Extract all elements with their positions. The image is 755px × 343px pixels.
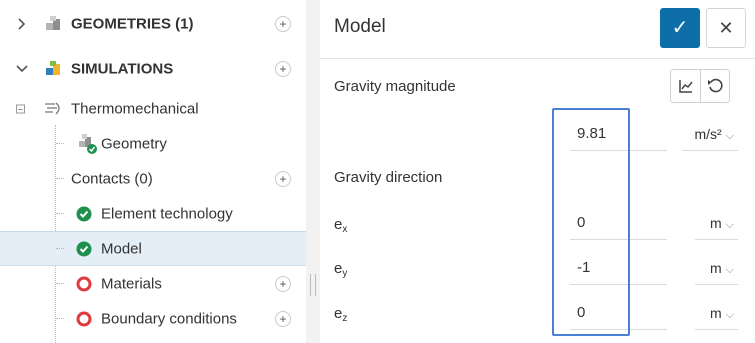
tree-row-geometry[interactable]: Geometry: [0, 126, 306, 161]
error-circle-icon: [76, 311, 92, 326]
magnitude-tools: [670, 69, 730, 103]
geometries-label: GEOMETRIES (1): [71, 15, 194, 32]
simulation-name: Thermomechanical: [71, 100, 199, 117]
splitter-grip[interactable]: [310, 274, 316, 296]
tree-item-label: Element technology: [101, 205, 233, 222]
add-material-button[interactable]: +: [275, 275, 291, 292]
confirm-button[interactable]: ✓: [660, 8, 700, 48]
annotation-highlight-box: [552, 108, 630, 336]
gravity-magnitude-label: Gravity magnitude: [334, 78, 456, 95]
chevron-down-icon: ⌵: [725, 130, 734, 142]
tree-item-label: Contacts (0): [71, 170, 153, 187]
tree-row-materials[interactable]: Materials +: [0, 266, 306, 301]
ez-unit-select[interactable]: m ⌵: [695, 296, 738, 330]
close-button[interactable]: ✕: [706, 8, 746, 48]
tree-item-label: Geometry: [101, 135, 167, 152]
model-settings-panel: Model ✓ ✕ Gravity magnitude 9.81 m/s² ⌵ G…: [320, 0, 755, 343]
tree-row-simulations[interactable]: SIMULATIONS +: [0, 51, 306, 86]
panel-title: Model: [334, 16, 386, 37]
geometry-valid-icon: [79, 133, 97, 154]
ex-unit-select[interactable]: m ⌵: [695, 206, 738, 240]
gravity-magnitude-unit-select[interactable]: m/s² ⌵: [682, 117, 738, 151]
check-circle-icon: [76, 241, 92, 256]
cube-color-icon: [46, 60, 60, 75]
tree-row-geometries[interactable]: GEOMETRIES (1) +: [0, 6, 306, 41]
gravity-direction-label: Gravity direction: [334, 169, 443, 186]
unit-value: m: [709, 260, 722, 276]
tree-row-contacts[interactable]: Contacts (0) +: [0, 161, 306, 196]
unit-value: m: [709, 215, 722, 231]
check-icon: ✓: [671, 17, 689, 39]
add-geometry-button[interactable]: +: [275, 15, 291, 32]
unit-value: m/s²: [694, 126, 722, 142]
simulations-label: SIMULATIONS: [71, 60, 174, 77]
ey-label: ey: [334, 260, 348, 279]
tree-item-label: Materials: [101, 275, 162, 292]
tree-item-label: Model: [101, 240, 142, 257]
tree-item-label: Boundary conditions: [101, 310, 237, 327]
unit-value: m: [709, 305, 722, 321]
add-boundary-condition-button[interactable]: +: [275, 310, 291, 327]
ex-label: ex: [334, 216, 348, 235]
cube-gray-icon: [46, 15, 60, 30]
ez-label: ez: [334, 305, 348, 324]
reset-icon[interactable]: [707, 78, 723, 94]
chart-icon[interactable]: [678, 78, 694, 94]
header-divider: [320, 58, 755, 59]
ey-unit-select[interactable]: m ⌵: [695, 251, 738, 285]
tree-row-element-technology[interactable]: Element technology: [0, 196, 306, 231]
tree-row-thermomechanical[interactable]: − Thermomechanical: [0, 91, 306, 126]
close-icon: ✕: [718, 18, 734, 38]
tree-row-boundary-conditions[interactable]: Boundary conditions +: [0, 301, 306, 336]
chevron-down-icon: ⌵: [725, 309, 734, 321]
add-simulation-button[interactable]: +: [275, 60, 291, 77]
check-circle-icon: [76, 206, 92, 221]
tree-row-model[interactable]: Model: [0, 231, 306, 266]
chevron-right-icon[interactable]: [17, 17, 27, 30]
chevron-down-icon: ⌵: [725, 219, 734, 231]
error-circle-icon: [76, 276, 92, 291]
collapse-toggle[interactable]: −: [16, 104, 25, 114]
chevron-down-icon[interactable]: [16, 64, 28, 74]
add-contact-button[interactable]: +: [275, 170, 291, 187]
simulation-tree: GEOMETRIES (1) + SIMULATIONS + − Thermom…: [0, 0, 307, 343]
thermomechanical-icon: [45, 102, 60, 114]
chevron-down-icon: ⌵: [725, 264, 734, 276]
